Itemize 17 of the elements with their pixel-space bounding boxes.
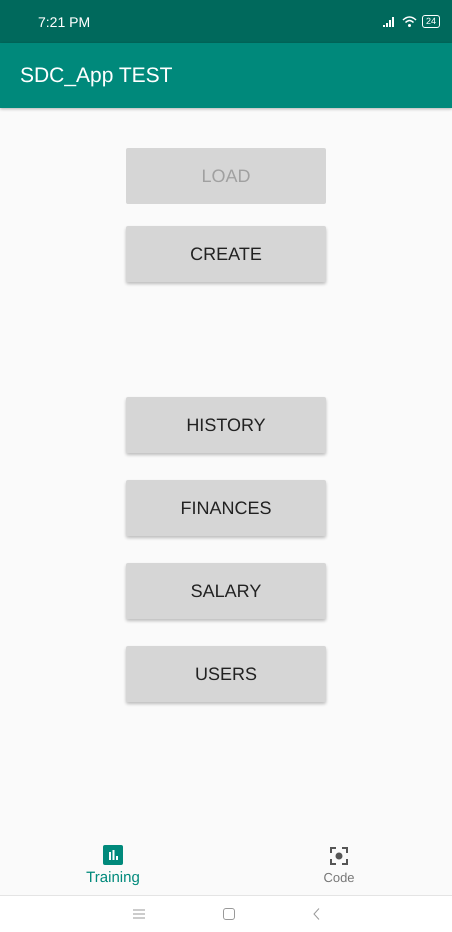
app-title: SDC_App TEST [20, 64, 173, 88]
menu-button[interactable]: USERS [126, 646, 326, 702]
menu-button[interactable]: CREATE [126, 226, 326, 282]
back-icon[interactable] [312, 908, 320, 920]
scan-icon [329, 846, 349, 866]
menu-button[interactable]: HISTORY [126, 397, 326, 453]
menu-button[interactable]: SALARY [126, 563, 326, 619]
chart-icon [103, 844, 123, 864]
home-icon[interactable] [222, 908, 234, 920]
nav-tab[interactable]: Code [226, 835, 452, 895]
menu-button[interactable]: FINANCES [126, 480, 326, 536]
wifi-icon [402, 16, 417, 27]
status-time: 7:21 PM [38, 14, 90, 30]
nav-tab[interactable]: Training [0, 835, 226, 895]
signal-icon [382, 16, 397, 26]
battery-indicator: 24 [422, 15, 440, 28]
menu-icon[interactable] [132, 909, 144, 919]
